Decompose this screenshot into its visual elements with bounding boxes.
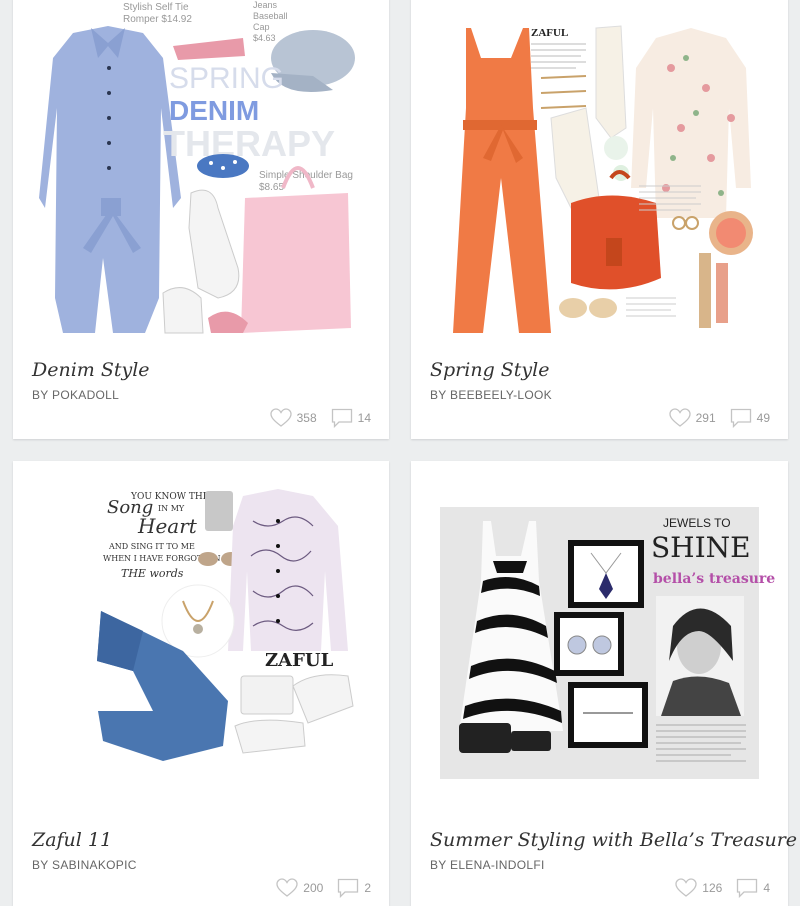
set-card-summer-styling[interactable]: JEWELS TO SHINE bella’s treasure Summer …: [411, 461, 797, 906]
set-title[interactable]: Spring Style: [430, 359, 549, 381]
set-card-zaful-11[interactable]: YOU KNOW THE Song IN MY Heart AND SING I…: [13, 461, 389, 906]
like-count: 200: [303, 881, 324, 895]
quote-line-7: THE words: [121, 567, 184, 580]
image-headline-jewels: JEWELS TO: [663, 516, 731, 530]
heart-icon: [675, 878, 697, 897]
like-button[interactable]: 358: [269, 408, 317, 428]
image-headline-therapy: THERAPY: [163, 123, 335, 164]
comment-button[interactable]: 4: [736, 878, 770, 898]
comment-count: 2: [364, 881, 371, 895]
comment-icon: [331, 408, 352, 428]
set-card-denim-style[interactable]: Stylish Self Tie Romper $14.92 Jeans Bas…: [13, 0, 389, 439]
quote-line-3: IN MY: [158, 504, 185, 513]
heart-icon: [269, 408, 292, 427]
set-thumbnail[interactable]: YOU KNOW THE Song IN MY Heart AND SING I…: [13, 461, 389, 806]
like-count: 291: [695, 411, 716, 425]
like-count: 126: [702, 881, 723, 895]
image-headline-spring: SPRING: [169, 62, 284, 95]
comment-button[interactable]: 2: [337, 878, 371, 898]
like-count: 358: [296, 411, 317, 425]
set-author[interactable]: BY SABINAKOPIC: [32, 858, 137, 872]
comment-count: 49: [756, 411, 770, 425]
quote-line-4: Heart: [137, 514, 198, 538]
image-caption-2c: Cap: [253, 22, 270, 32]
set-stats: 126 4: [675, 878, 770, 898]
set-stats: 200 2: [276, 878, 371, 898]
like-button[interactable]: 200: [276, 878, 323, 898]
set-thumbnail[interactable]: ZAFUL: [411, 0, 788, 343]
set-title[interactable]: Summer Styling with Bella’s Treasure: [430, 829, 797, 851]
like-button[interactable]: 291: [668, 408, 716, 428]
set-stats: 358 14: [269, 408, 371, 428]
comment-icon: [338, 878, 359, 898]
set-title[interactable]: Zaful 11: [32, 829, 112, 851]
image-caption-1: Stylish Self Tie: [123, 2, 189, 13]
comment-icon: [730, 408, 751, 428]
image-caption-2: Jeans: [253, 0, 278, 10]
image-brand-zaful: ZAFUL: [265, 650, 334, 671]
image-caption-2b: Baseball: [253, 11, 288, 21]
image-headline-denim: DENIM: [169, 95, 259, 126]
comment-icon: [737, 878, 758, 898]
set-thumbnail[interactable]: JEWELS TO SHINE bella’s treasure: [411, 461, 788, 806]
heart-icon: [276, 878, 298, 897]
image-caption-1b: Romper $14.92: [123, 14, 192, 25]
image-caption-3b: $8.65: [259, 182, 284, 193]
image-brand-bella: bella’s treasure: [653, 571, 775, 587]
set-author[interactable]: BY POKADOLL: [32, 388, 119, 402]
set-stats: 291 49: [668, 408, 770, 428]
comment-button[interactable]: 49: [730, 408, 770, 428]
comment-count: 4: [763, 881, 770, 895]
set-author[interactable]: BY ELENA-INDOLFI: [430, 858, 545, 872]
like-button[interactable]: 126: [675, 878, 722, 898]
set-card-spring-style[interactable]: ZAFUL Spring Style BY BEEBEELY-LOOK 291 …: [411, 0, 788, 439]
set-thumbnail[interactable]: Stylish Self Tie Romper $14.92 Jeans Bas…: [13, 0, 389, 343]
image-caption-2d: $4.63: [253, 33, 276, 43]
set-title[interactable]: Denim Style: [32, 359, 150, 381]
image-brand-zaful: ZAFUL: [531, 27, 568, 39]
image-headline-shine: SHINE: [651, 531, 751, 564]
heart-icon: [668, 408, 691, 427]
comment-count: 14: [357, 411, 371, 425]
quote-line-5: AND SING IT TO ME: [108, 542, 195, 551]
set-author[interactable]: BY BEEBEELY-LOOK: [430, 388, 552, 402]
comment-button[interactable]: 14: [331, 408, 371, 428]
